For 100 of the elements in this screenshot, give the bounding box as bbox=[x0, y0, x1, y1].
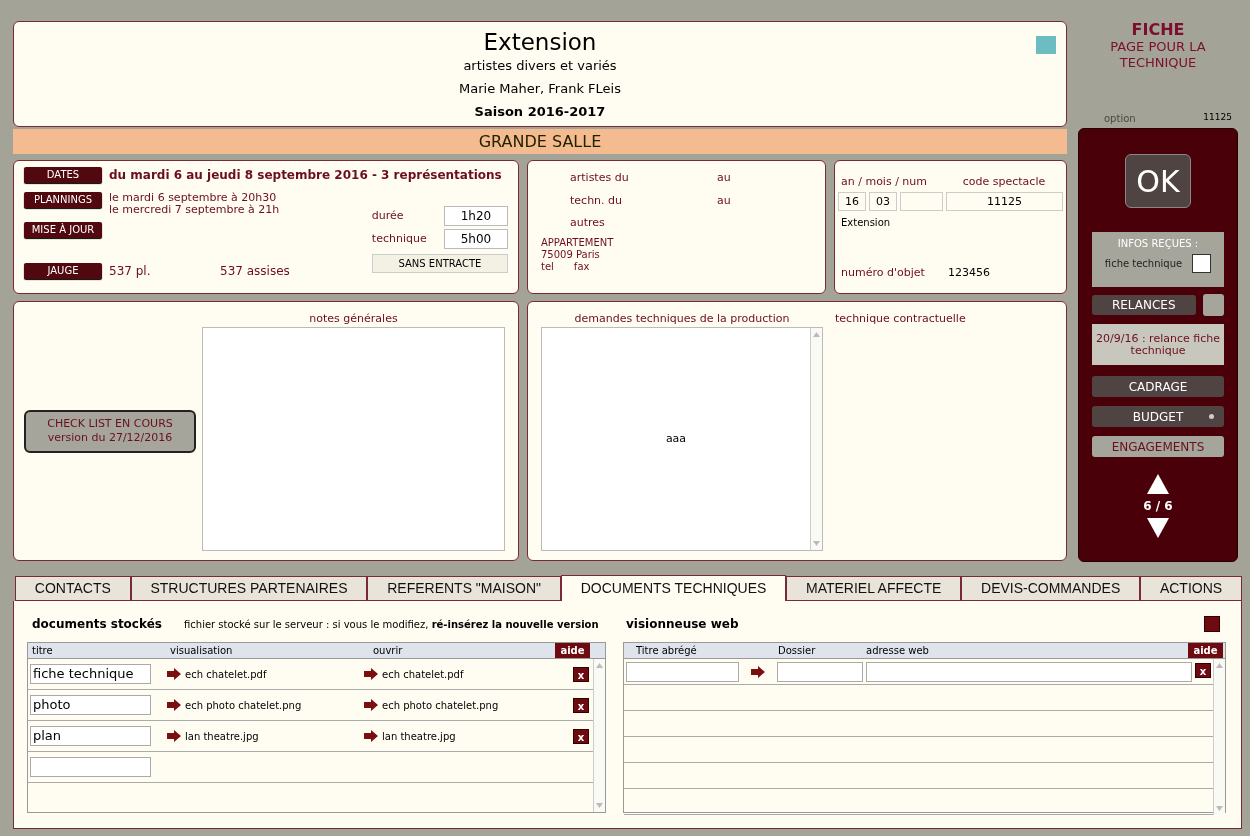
preview-file[interactable]: ech photo chatelet.png bbox=[185, 697, 302, 713]
tab[interactable]: REFERENTS "MAISON" bbox=[367, 576, 561, 601]
relances-button[interactable]: RELANCES bbox=[1092, 295, 1196, 315]
web-viewer-title: visionneuse web bbox=[626, 616, 739, 633]
arrow-right-icon[interactable] bbox=[167, 668, 181, 680]
open-file[interactable]: lan theatre.jpg bbox=[382, 728, 456, 744]
scroll-up-icon[interactable] bbox=[813, 332, 820, 337]
object-number: 123456 bbox=[948, 264, 990, 281]
planning-line: le mardi 6 septembre à 20h30 bbox=[109, 192, 278, 204]
techn-to-label: au bbox=[717, 193, 731, 209]
title-field[interactable] bbox=[30, 757, 151, 777]
documents-title: documents stockés bbox=[32, 616, 163, 633]
column-header: adresse web bbox=[866, 644, 930, 658]
down-arrow-icon[interactable] bbox=[1147, 518, 1169, 538]
intermission-button[interactable]: SANS ENTRACTE bbox=[371, 254, 508, 273]
web-address-field[interactable] bbox=[866, 661, 1192, 682]
requests-area[interactable]: aaa bbox=[541, 327, 823, 551]
scroll-up-icon[interactable] bbox=[596, 663, 603, 668]
arrow-right-icon[interactable] bbox=[364, 668, 378, 680]
title-field[interactable]: plan bbox=[30, 726, 151, 746]
dates-button[interactable]: DATES bbox=[24, 167, 102, 183]
scroll-down-icon[interactable] bbox=[1216, 806, 1223, 811]
address-line: 75009 Paris bbox=[541, 249, 601, 261]
fax-label: fax bbox=[573, 261, 590, 273]
scrollbar[interactable] bbox=[1213, 659, 1225, 815]
sheet-title: FICHE bbox=[1131, 21, 1185, 39]
capacity-button[interactable]: JAUGE bbox=[24, 263, 102, 279]
technique-field[interactable]: 5h00 bbox=[444, 229, 508, 249]
object-number-label: numéro d'objet bbox=[841, 264, 926, 281]
help-button[interactable]: aide bbox=[1188, 643, 1223, 658]
arrow-right-icon[interactable] bbox=[364, 699, 378, 711]
show-subtitle: artistes divers et variés bbox=[463, 57, 617, 75]
preview-file[interactable]: lan theatre.jpg bbox=[185, 728, 259, 744]
number-field[interactable] bbox=[900, 191, 943, 211]
scrollbar[interactable] bbox=[810, 328, 822, 550]
delete-button[interactable]: x bbox=[573, 728, 589, 744]
scrollbar[interactable] bbox=[593, 659, 605, 812]
checklist-button[interactable]: CHECK LIST EN COURS version du 27/12/2016 bbox=[24, 409, 196, 453]
tab[interactable]: MATERIEL AFFECTE bbox=[786, 576, 962, 601]
relances-indicator-icon[interactable] bbox=[1202, 294, 1224, 316]
plannings-button[interactable]: PLANNINGS bbox=[24, 192, 102, 208]
address-line: APPARTEMENT bbox=[541, 237, 615, 249]
update-button[interactable]: MISE À JOUR bbox=[24, 222, 102, 238]
techn-date-label: techn. du bbox=[570, 193, 624, 209]
duration-label: durée bbox=[371, 207, 404, 224]
infos-checkbox[interactable] bbox=[1192, 254, 1212, 273]
column-header: Dossier bbox=[778, 644, 817, 658]
relance-note: 20/9/16 : relance fiche technique bbox=[1092, 324, 1224, 365]
open-file[interactable]: ech photo chatelet.png bbox=[382, 697, 499, 713]
arrow-right-icon[interactable] bbox=[167, 730, 181, 742]
infos-item: fiche technique bbox=[1104, 257, 1183, 271]
delete-button[interactable]: x bbox=[573, 697, 589, 713]
web-viewer-toggle-icon[interactable] bbox=[1204, 616, 1220, 632]
column-header: titre bbox=[32, 644, 54, 658]
contract-label: technique contractuelle bbox=[835, 311, 966, 327]
technique-label: technique bbox=[371, 230, 427, 247]
duration-field[interactable]: 1h20 bbox=[444, 206, 508, 226]
year-field[interactable]: 16 bbox=[838, 191, 866, 211]
up-arrow-icon[interactable] bbox=[1147, 474, 1169, 494]
help-button[interactable]: aide bbox=[555, 643, 590, 658]
delete-button[interactable]: x bbox=[573, 666, 589, 682]
scroll-up-icon[interactable] bbox=[1216, 663, 1223, 668]
delete-button[interactable]: x bbox=[1195, 662, 1211, 678]
cadrage-button[interactable]: CADRAGE bbox=[1092, 376, 1224, 397]
show-name: Extension bbox=[840, 215, 892, 230]
planning-line: le mercredi 7 septembre à 21h bbox=[109, 204, 280, 216]
tab[interactable]: STRUCTURES PARTENAIRES bbox=[130, 576, 368, 601]
tab[interactable]: ACTIONS bbox=[1140, 576, 1242, 601]
infos-label: INFOS REÇUES : bbox=[1117, 237, 1199, 251]
seated-text: 537 assises bbox=[220, 263, 290, 280]
documents-notice: fichier stocké sur le serveur : si vous le modifiez, ré-insérez la nouvelle version bbox=[184, 617, 599, 632]
general-notes-label: notes générales bbox=[308, 311, 399, 327]
arrow-right-icon[interactable] bbox=[364, 730, 378, 742]
title-field[interactable]: photo bbox=[30, 695, 151, 715]
tab[interactable]: DOCUMENTS TECHNIQUES bbox=[560, 575, 787, 601]
show-code-label: code spectacle bbox=[961, 174, 1047, 190]
budget-button[interactable]: BUDGET bbox=[1092, 406, 1224, 427]
season-text: Saison 2016-2017 bbox=[474, 103, 606, 121]
short-title-field[interactable] bbox=[626, 661, 739, 682]
others-label: autres bbox=[569, 215, 606, 231]
preview-file[interactable]: ech chatelet.pdf bbox=[185, 666, 267, 682]
engagements-button[interactable]: ENGAGEMENTS bbox=[1092, 436, 1224, 457]
tab[interactable]: CONTACTS bbox=[15, 576, 131, 601]
open-file[interactable]: ech chatelet.pdf bbox=[382, 666, 464, 682]
artists-date-label: artistes du bbox=[570, 170, 630, 186]
title-field[interactable]: fiche technique bbox=[30, 664, 151, 684]
scroll-down-icon[interactable] bbox=[596, 803, 603, 808]
hall-bar: GRANDE SALLE bbox=[13, 129, 1067, 154]
date-code-label: an / mois / num bbox=[840, 174, 928, 190]
folder-field[interactable] bbox=[777, 661, 863, 682]
arrow-right-icon[interactable] bbox=[167, 699, 181, 711]
dates-summary: du mardi 6 au jeudi 8 septembre 2016 - 3 représentations bbox=[109, 167, 502, 184]
tab[interactable]: DEVIS-COMMANDES bbox=[961, 576, 1141, 601]
month-field[interactable]: 03 bbox=[869, 191, 897, 211]
arrow-right-icon[interactable] bbox=[751, 665, 765, 678]
page-indicator: 6 / 6 bbox=[1143, 498, 1173, 515]
scroll-down-icon[interactable] bbox=[813, 541, 820, 546]
show-code-field[interactable]: 11125 bbox=[946, 191, 1063, 211]
requests-label: demandes techniques de la production bbox=[573, 311, 791, 327]
ok-button[interactable]: OK bbox=[1125, 154, 1191, 208]
